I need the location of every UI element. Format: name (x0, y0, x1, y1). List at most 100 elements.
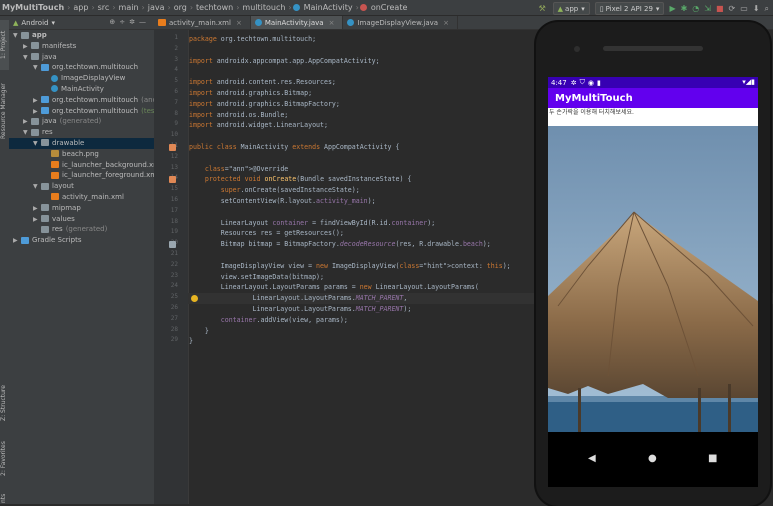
tree-item[interactable]: ▶ java (generated) (9, 116, 154, 127)
code-line[interactable]: package org.techtown.multitouch; (188, 34, 316, 45)
code-line[interactable]: import android.os.Bundle; (188, 110, 288, 121)
tree-item[interactable]: ▼ drawable (9, 137, 154, 149)
locate-icon[interactable]: ⊕ (109, 18, 119, 26)
emulator-screen[interactable]: 4:47 ✲ ⛉ ◉ ▮ ▾◢▮ MyMultiTouch 두 손가락을 이용해… (548, 77, 758, 487)
breadcrumb-item[interactable]: onCreate (369, 3, 410, 12)
breadcrumb-item[interactable]: src (96, 3, 112, 12)
class-gutter-icon[interactable] (169, 144, 176, 151)
code-line[interactable]: setContentView(R.layout.activity_main); (188, 196, 376, 207)
chevron-down-icon[interactable]: ▾ (51, 19, 55, 27)
debug-icon[interactable]: ✱ (681, 4, 688, 13)
sync-icon[interactable]: ⟳ (729, 4, 736, 13)
code-line[interactable]: super.onCreate(savedInstanceState); (188, 185, 360, 196)
navigation-bar: MyMultiTouch › app › src › main › java › org › techt… (0, 0, 773, 16)
breadcrumb-item[interactable]: MainActivity (302, 3, 355, 12)
tab-project[interactable]: 1: Project (0, 20, 9, 70)
editor-tab[interactable]: MainActivity.java × (250, 16, 344, 29)
code-line[interactable]: Resources res = getResources(); (188, 228, 344, 239)
editor-tab[interactable]: activity_main.xml × (154, 16, 251, 29)
avd-manager-icon[interactable]: ▭ (740, 4, 748, 13)
tree-item[interactable]: ▶ Gradle Scripts (9, 235, 154, 246)
code-line[interactable]: ImageDisplayView view = new ImageDisplay… (188, 261, 511, 272)
tree-item[interactable]: ▼ layout (9, 181, 154, 192)
breadcrumb-item[interactable]: techtown (194, 3, 235, 12)
tree-item[interactable]: ▶ manifests (9, 41, 154, 52)
tree-item[interactable]: ▼ app (9, 30, 154, 41)
gear-icon[interactable]: ✲ (129, 18, 139, 26)
profile-icon[interactable]: ◔ (692, 4, 699, 13)
attach-debugger-icon[interactable]: ⇲ (704, 4, 711, 13)
chevron-right-icon[interactable]: ▶ (13, 236, 21, 247)
view-mode-select[interactable]: Android (21, 19, 48, 27)
tree-item[interactable]: res (generated) (9, 224, 154, 235)
tree-item[interactable]: ic_launcher_background.xml (9, 160, 154, 171)
stop-icon[interactable]: ■ (716, 4, 724, 13)
beach-image-view[interactable] (548, 126, 758, 432)
code-line[interactable]: import android.graphics.Bitmap; (188, 88, 312, 99)
tree-item[interactable]: ImageDisplayView (9, 73, 154, 84)
run-config-select[interactable]: ▲ app ▾ (552, 2, 590, 15)
hammer-icon[interactable]: ⚒ (539, 4, 548, 13)
tree-item[interactable]: ▼ java (9, 52, 154, 63)
tree-item[interactable]: ▼ org.techtown.multitouch (9, 62, 154, 73)
sdk-manager-icon[interactable]: ⬇ (753, 4, 760, 13)
code-line[interactable]: LinearLayout container = findViewById(R.… (188, 218, 435, 229)
tree-item[interactable]: MainActivity (9, 84, 154, 95)
code-line[interactable]: import androidx.appcompat.app.AppCompatA… (188, 56, 380, 67)
tab-build-variants[interactable]: nts (0, 492, 9, 504)
code-line[interactable]: } (188, 336, 193, 347)
code-line[interactable]: import android.widget.LinearLayout; (188, 120, 328, 131)
overview-icon[interactable]: ■ (708, 453, 717, 464)
code-line[interactable]: view.setImageData(bitmap); (188, 272, 324, 283)
tab-resource-manager[interactable]: Resource Manager (0, 76, 9, 146)
tree-item[interactable]: ▼ res (9, 127, 154, 138)
editor-tab[interactable]: ImageDisplayView.java × (343, 16, 458, 29)
tree-item[interactable]: ▶ mipmap (9, 203, 154, 214)
tree-item[interactable]: activity_main.xml (9, 192, 154, 203)
code-line[interactable]: container.addView(view, params); (188, 315, 348, 326)
code-line[interactable]: } (188, 326, 209, 337)
tree-item[interactable]: ▶ values (9, 214, 154, 225)
run-icon[interactable]: ▶ (669, 4, 675, 13)
breadcrumb-item[interactable]: MyMultiTouch (0, 3, 66, 12)
image-gutter-icon[interactable] (169, 241, 176, 249)
tree-item[interactable]: ic_launcher_foreground.xml(v (9, 170, 154, 181)
code-line[interactable] (188, 45, 189, 56)
tree-item-label: res (52, 225, 63, 234)
search-icon[interactable]: ⌕ (765, 4, 769, 14)
home-icon[interactable]: ● (648, 453, 657, 464)
back-icon[interactable]: ◀ (588, 453, 596, 464)
code-line[interactable]: LinearLayout.LayoutParams params = new L… (188, 282, 479, 293)
code-line[interactable]: class="ann">@Override (188, 164, 288, 175)
code-line[interactable] (188, 250, 189, 261)
code-line[interactable] (188, 131, 189, 142)
code-line[interactable]: LinearLayout.LayoutParams.MATCH_PARENT); (188, 304, 412, 315)
breadcrumb-item[interactable]: org (172, 3, 189, 12)
code-line[interactable]: public class MainActivity extends AppCom… (188, 142, 399, 153)
code-line[interactable] (188, 207, 189, 218)
code-line[interactable] (188, 66, 189, 77)
close-icon[interactable]: × (236, 19, 242, 27)
tree-item[interactable]: ▶org.techtown.multitouch(androidTest) (9, 95, 154, 106)
tab-structure[interactable]: Z: Structure (0, 381, 9, 426)
code-line[interactable] (188, 153, 189, 164)
line-number: 9 (174, 120, 178, 128)
hide-icon[interactable]: — (139, 18, 150, 26)
tree-item[interactable]: ▶org.techtown.multitouch(test) (9, 106, 154, 117)
device-select[interactable]: ▯ Pixel 2 API 29 ▾ (594, 2, 665, 15)
breadcrumb-item[interactable]: java (146, 3, 167, 12)
close-icon[interactable]: × (443, 19, 449, 27)
collapse-icon[interactable]: ÷ (119, 18, 129, 26)
breadcrumb-item[interactable]: main (117, 3, 141, 12)
breadcrumb-item[interactable]: app (71, 3, 90, 12)
beach-photo (548, 126, 758, 432)
tab-favorites[interactable]: 2: Favorites (0, 434, 9, 484)
code-line[interactable]: import android.graphics.BitmapFactory; (188, 99, 340, 110)
override-gutter-icon[interactable] (169, 176, 176, 184)
code-line[interactable]: Bitmap bitmap = BitmapFactory.decodeReso… (188, 239, 491, 250)
tree-item[interactable]: beach.png (9, 149, 154, 160)
breadcrumb-item[interactable]: multitouch (240, 3, 287, 12)
code-line[interactable]: protected void onCreate(Bundle savedInst… (188, 174, 411, 185)
close-icon[interactable]: × (329, 19, 335, 27)
code-line[interactable]: import android.content.res.Resources; (188, 77, 336, 88)
